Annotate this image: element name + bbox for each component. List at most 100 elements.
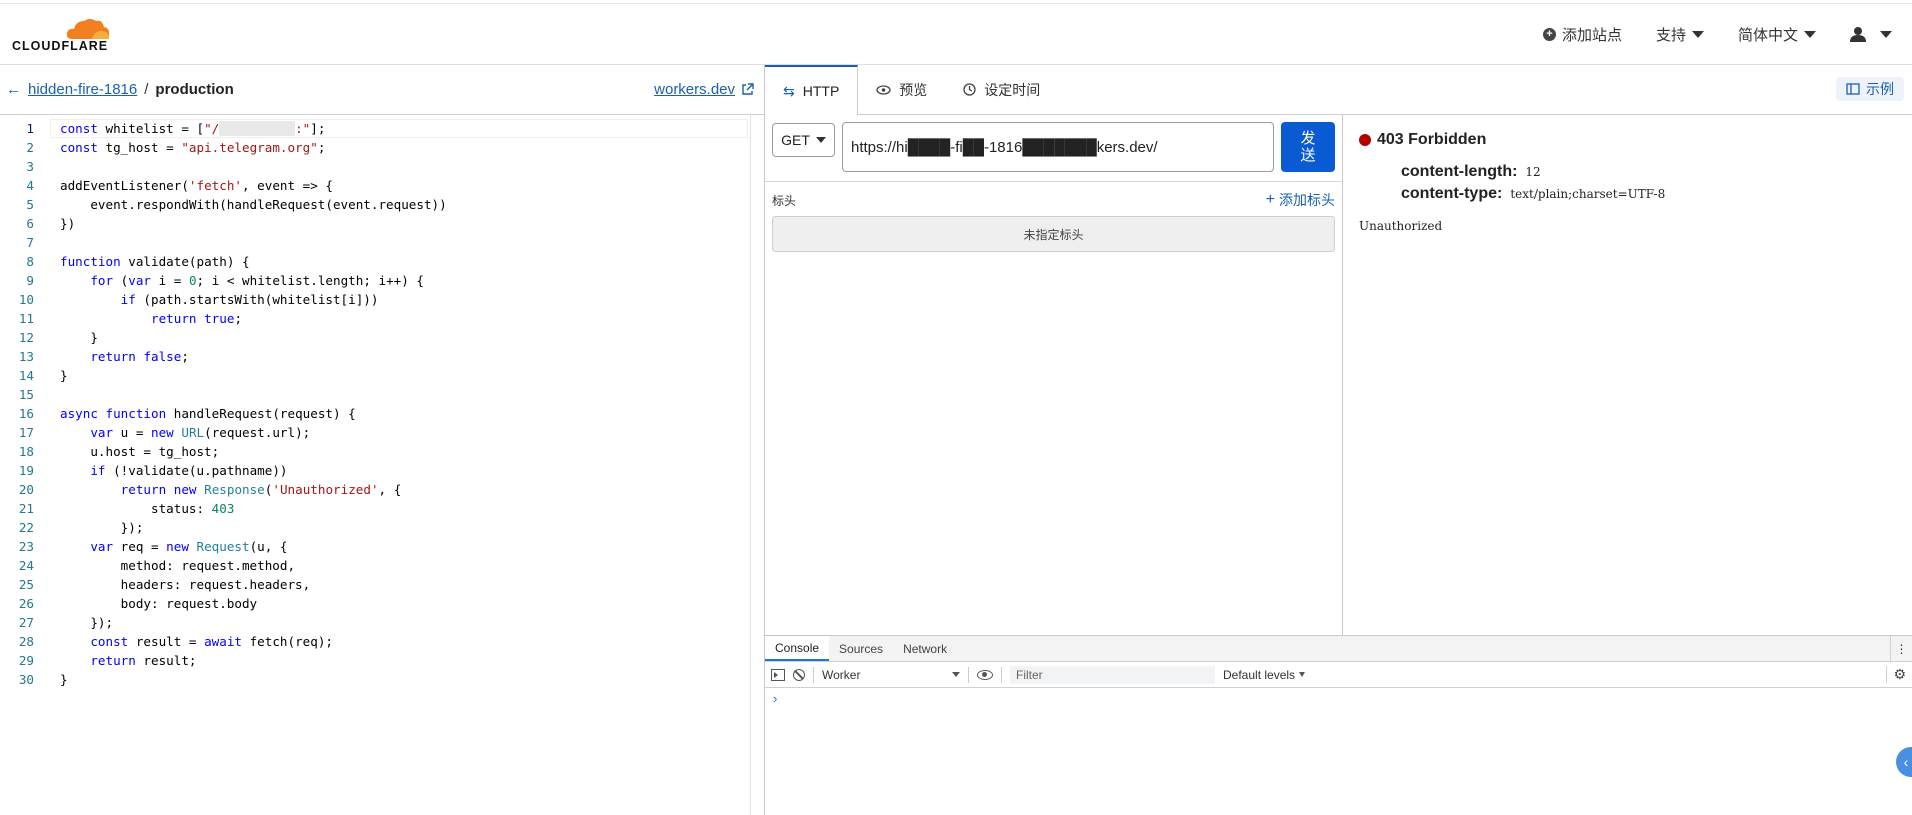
line-number: 26 bbox=[18, 596, 34, 611]
code-line[interactable]: 23 var req = new Request(u, { bbox=[0, 537, 764, 556]
line-number: 14 bbox=[18, 368, 34, 383]
add-header-button[interactable]: + 添加标头 bbox=[1266, 190, 1335, 210]
tab-schedule[interactable]: 设定时间 bbox=[945, 65, 1058, 114]
tab-preview[interactable]: 预览 bbox=[858, 65, 945, 114]
tab-http[interactable]: ⇆ HTTP bbox=[765, 65, 859, 115]
tab-preview-label: 预览 bbox=[899, 81, 928, 98]
add-site-label: 添加站点 bbox=[1561, 26, 1622, 44]
editor-scrollbar[interactable] bbox=[750, 115, 764, 815]
cloudflare-logo[interactable]: CLOUDFLARE bbox=[12, 15, 122, 53]
code-line[interactable]: 20 return new Response('Unauthorized', { bbox=[0, 480, 764, 499]
more-options-icon[interactable]: ⋮ bbox=[1890, 636, 1912, 661]
app-header: CLOUDFLARE + 添加站点 支持 简体中文 bbox=[0, 4, 1912, 65]
code-line[interactable]: 3 bbox=[0, 157, 764, 176]
code-line[interactable]: 21 status: 403 bbox=[0, 499, 764, 518]
live-expression-eye-icon[interactable] bbox=[977, 669, 993, 680]
code-line[interactable]: 16 async function handleRequest(request) … bbox=[0, 404, 764, 423]
log-levels-select[interactable]: Default levels bbox=[1223, 668, 1306, 682]
support-menu[interactable]: 支持 bbox=[1656, 24, 1704, 45]
logo-text: CLOUDFLARE bbox=[12, 39, 109, 53]
chevron-down-icon bbox=[815, 137, 826, 143]
code-line[interactable]: 10 if (path.startsWith(whitelist[i])) bbox=[0, 290, 764, 309]
chevron-down-icon bbox=[1691, 30, 1704, 38]
response-body: Unauthorized bbox=[1359, 219, 1443, 233]
workers-dev-link[interactable]: workers.dev bbox=[654, 81, 754, 98]
header-key: content-length: bbox=[1401, 163, 1518, 180]
worker-name-link[interactable]: hidden-fire-1816 bbox=[28, 81, 137, 98]
add-site-button[interactable]: + 添加站点 bbox=[1542, 24, 1622, 45]
code-editor[interactable]: 1const whitelist = ["/██████████:"];2con… bbox=[0, 115, 764, 815]
line-number: 6 bbox=[26, 216, 34, 231]
console-prompt[interactable]: › bbox=[765, 688, 1912, 709]
user-icon bbox=[1850, 27, 1866, 42]
code-line[interactable]: 18 u.host = tg_host; bbox=[0, 442, 764, 461]
headers-label: 标头 bbox=[772, 193, 797, 208]
user-menu[interactable] bbox=[1850, 26, 1892, 42]
code-line[interactable]: 9 for (var i = 0; i < whitelist.length; … bbox=[0, 271, 764, 290]
line-number: 2 bbox=[26, 140, 34, 155]
gear-icon[interactable]: ⚙ bbox=[1886, 666, 1906, 683]
code-text: return true; bbox=[151, 311, 243, 326]
response-header-row: content-length: 12 bbox=[1401, 163, 1896, 181]
send-button[interactable]: 发送 bbox=[1281, 122, 1335, 172]
collapse-chevron-icon[interactable]: ‹ bbox=[1896, 747, 1912, 777]
language-menu[interactable]: 简体中文 bbox=[1738, 24, 1816, 45]
chevron-down-icon bbox=[1299, 672, 1306, 677]
code-line[interactable]: 7 bbox=[0, 233, 764, 252]
code-line[interactable]: 6}) bbox=[0, 214, 764, 233]
code-line[interactable]: 4 addEventListener('fetch', event => { bbox=[0, 176, 764, 195]
code-line[interactable]: 25 headers: request.headers, bbox=[0, 575, 764, 594]
code-line[interactable]: 19 if (!validate(u.pathname)) bbox=[0, 461, 764, 480]
tab-console[interactable]: Console bbox=[765, 636, 830, 661]
external-link-icon bbox=[742, 83, 754, 95]
code-line[interactable]: 12 } bbox=[0, 328, 764, 347]
header-value: text/plain;charset=UTF-8 bbox=[1510, 187, 1666, 201]
support-label: 支持 bbox=[1655, 26, 1686, 44]
code-text: addEventListener('fetch', event => { bbox=[60, 178, 333, 193]
context-select[interactable]: Worker bbox=[822, 668, 960, 682]
code-line[interactable]: 29 return result; bbox=[0, 651, 764, 670]
line-number: 11 bbox=[18, 311, 34, 326]
code-text: method: request.method, bbox=[60, 558, 296, 573]
code-line[interactable]: 26 body: request.body bbox=[0, 594, 764, 613]
filter-placeholder: Filter bbox=[1016, 667, 1043, 682]
workers-dev-label: workers.dev bbox=[654, 81, 735, 98]
code-text: function validate(path) { bbox=[60, 254, 250, 269]
code-text: u.host = tg_host; bbox=[60, 444, 220, 459]
code-line[interactable]: 28 const result = await fetch(req); bbox=[0, 632, 764, 651]
divider bbox=[813, 666, 814, 683]
code-line[interactable]: 11 return true; bbox=[0, 309, 764, 328]
code-text: body: request.body bbox=[60, 596, 258, 611]
breadcrumb: ← hidden-fire-1816 / production workers.… bbox=[0, 65, 764, 115]
method-select[interactable]: GET bbox=[772, 123, 835, 157]
code-line[interactable]: 14} bbox=[0, 366, 764, 385]
line-number: 20 bbox=[18, 482, 34, 497]
code-line[interactable]: 8 function validate(path) { bbox=[0, 252, 764, 271]
code-line[interactable]: 2 const tg_host = "api.telegram.org"; bbox=[0, 138, 764, 157]
code-line[interactable]: 17 var u = new URL(request.url); bbox=[0, 423, 764, 442]
clear-console-icon[interactable] bbox=[793, 668, 805, 681]
code-text: } bbox=[60, 672, 68, 687]
code-line[interactable]: 27 }); bbox=[0, 613, 764, 632]
back-arrow-icon[interactable]: ← bbox=[6, 81, 21, 98]
code-line[interactable]: 22 }); bbox=[0, 518, 764, 537]
code-line[interactable]: 13 return false; bbox=[0, 347, 764, 366]
code-line[interactable]: 15 bbox=[0, 385, 764, 404]
tab-schedule-label: 设定时间 bbox=[984, 81, 1041, 98]
console-filter-input[interactable]: Filter bbox=[1010, 665, 1215, 684]
code-line[interactable]: 5 event.respondWith(handleRequest(event.… bbox=[0, 195, 764, 214]
url-input[interactable]: https://hi████-fi██-1816███████kers.dev/ bbox=[842, 122, 1274, 172]
tab-sources[interactable]: Sources bbox=[829, 636, 893, 661]
line-number: 13 bbox=[18, 349, 34, 364]
example-button[interactable]: 示例 bbox=[1836, 77, 1904, 101]
request-panel: GET https://hi████-fi██-1816███████kers.… bbox=[765, 115, 1343, 635]
tab-network[interactable]: Network bbox=[893, 636, 957, 661]
response-panel: 403 Forbidden content-length: 12 content… bbox=[1343, 115, 1912, 635]
sidebar-toggle-icon[interactable] bbox=[771, 668, 785, 681]
line-number: 27 bbox=[18, 615, 34, 630]
code-line[interactable]: 24 method: request.method, bbox=[0, 556, 764, 575]
code-line[interactable]: 30} bbox=[0, 670, 764, 689]
divider bbox=[1001, 666, 1002, 683]
